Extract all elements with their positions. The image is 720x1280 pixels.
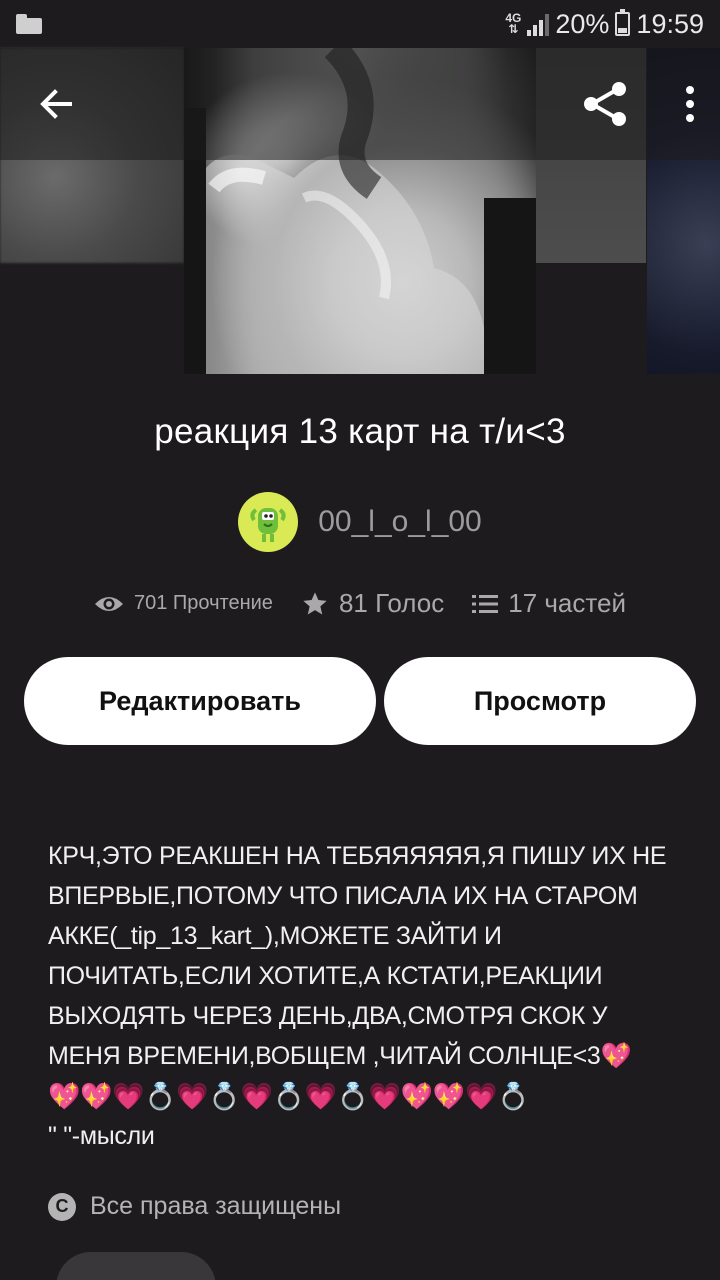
list-icon [472,594,499,613]
votes-count: 81 Голос [338,588,445,618]
appbar-actions [580,79,696,129]
arrow-left-icon [40,89,72,119]
thoughts-note: " "-мысли [48,1122,155,1150]
share-button[interactable] [580,79,630,129]
star-icon [303,591,327,614]
status-bar: 4G ⇅ 20% 19:59 [0,0,720,48]
status-right: 4G ⇅ 20% 19:59 [505,9,704,40]
story-description: КРЧ,ЭТО РЕАКШЕН НА ТЕБЯЯЯЯЯЯ,Я ПИШУ ИХ Н… [48,836,684,1156]
network-type: 4G [505,11,522,25]
parts-count: 17 частей [508,588,626,618]
back-button[interactable] [36,84,76,124]
tag-chip[interactable] [56,1252,216,1280]
preview-button[interactable]: Просмотр [384,657,696,745]
top-app-bar [0,48,720,160]
votes-stat: 81 Голос [301,588,444,619]
reads-stat: 701 Прочтение [94,592,273,615]
avatar-character-icon [250,508,286,542]
description-emojis: 💖💖💗💍💗💍💗💍💗💍💗💖💖💗💍 [48,1081,530,1111]
copyright-row: C Все права защищены [48,1192,341,1221]
status-left [16,14,42,34]
copyright-icon: C [48,1192,76,1221]
copyright-text: Все права защищены [90,1192,342,1220]
battery-icon [615,9,631,36]
reads-count: 701 Прочтение [134,592,273,614]
more-options-button[interactable] [684,84,696,124]
edit-button[interactable]: Редактировать [24,657,376,745]
more-vertical-icon [686,86,694,122]
author-avatar[interactable] [238,492,299,552]
story-stats: 701 Прочтение 81 Голос 17 частей [0,588,720,619]
network-type-label: 4G ⇅ [505,11,522,36]
description-text: КРЧ,ЭТО РЕАКШЕН НА ТЕБЯЯЯЯЯЯ,Я ПИШУ ИХ Н… [48,842,667,1070]
battery-percent: 20% [555,8,610,39]
parts-stat: 17 частей [472,588,626,619]
signal-strength-icon [527,12,550,36]
share-icon [584,82,626,126]
folder-notification-icon [16,14,42,34]
author-row[interactable]: 00_l_o_l_00 [0,492,720,552]
story-title: реакция 13 карт на т/и<3 [154,412,566,451]
clock: 19:59 [636,8,704,39]
story-details-screen: 4G ⇅ 20% 19:59 реакция 13 карт на т/и<3 … [0,0,720,1280]
eye-icon [95,596,123,611]
author-name[interactable]: 00_l_o_l_00 [318,505,482,539]
